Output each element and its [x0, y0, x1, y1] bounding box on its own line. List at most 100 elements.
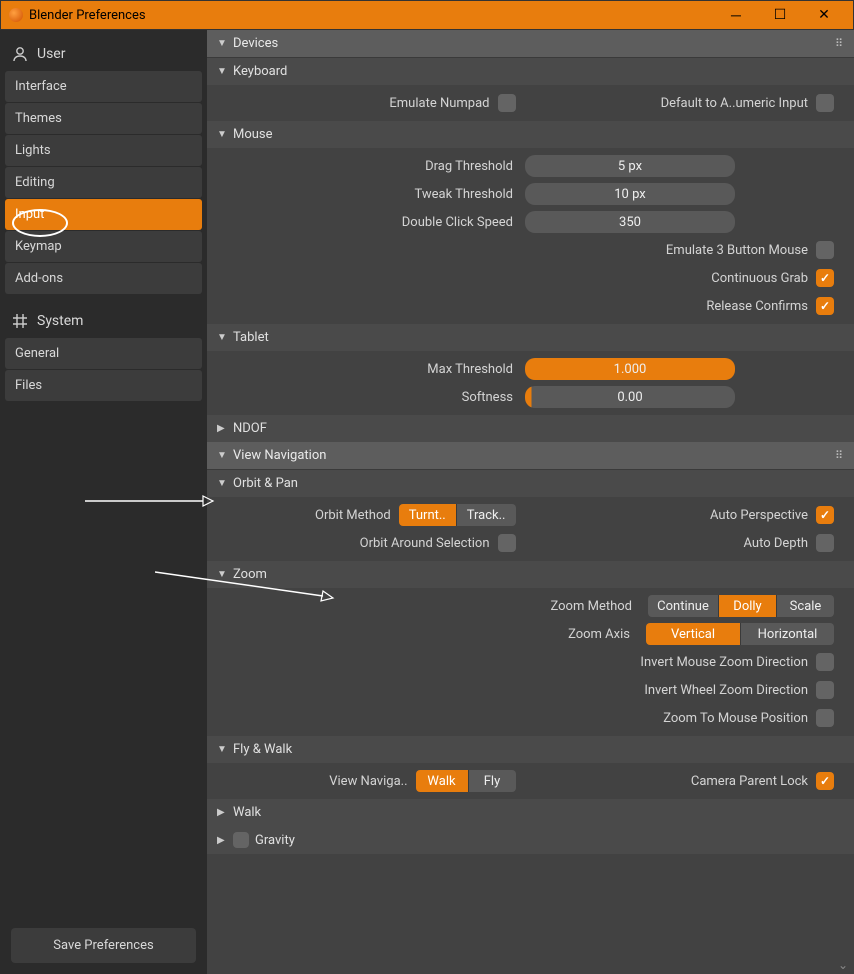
walk-label: Walk	[233, 805, 261, 820]
auto-depth-checkbox[interactable]	[816, 534, 834, 552]
max-threshold-field[interactable]: 1.000	[525, 358, 735, 380]
content-area: ▼ Devices ⠿ ▼ Keyboard Emulate Numpad De…	[207, 30, 854, 974]
devices-label: Devices	[233, 36, 278, 51]
disclosure-down-icon: ▼	[217, 38, 227, 49]
orbit-pan-sub-header[interactable]: ▼ Orbit & Pan	[207, 470, 854, 497]
keyboard-sub-header[interactable]: ▼ Keyboard	[207, 58, 854, 85]
ndof-sub-header[interactable]: ▶ NDOF	[207, 415, 854, 442]
save-preferences-button[interactable]: Save Preferences	[11, 928, 196, 963]
fly-walk-sub-header[interactable]: ▼ Fly & Walk	[207, 736, 854, 763]
zoom-method-dolly-button[interactable]: Dolly	[718, 595, 776, 617]
double-click-field[interactable]: 350	[525, 211, 735, 233]
zoom-axis-vertical-button[interactable]: Vertical	[646, 623, 740, 645]
camera-parent-lock-checkbox[interactable]	[816, 772, 834, 790]
view-nav-walk-button[interactable]: Walk	[416, 770, 468, 792]
sidebar: User InterfaceThemesLightsEditingInputKe…	[0, 30, 207, 974]
orbit-method-trackball-button[interactable]: Track..	[456, 504, 516, 526]
zoom-sub-header[interactable]: ▼ Zoom	[207, 561, 854, 588]
keyboard-label: Keyboard	[233, 64, 287, 79]
emulate-numpad-label: Emulate Numpad	[389, 96, 489, 111]
sidebar-item-interface[interactable]: Interface	[5, 71, 202, 102]
minimize-button[interactable]: ─	[723, 5, 749, 25]
orbit-around-selection-checkbox[interactable]	[498, 534, 516, 552]
view-nav-label: View Navigation	[233, 448, 326, 463]
disclosure-down-icon: ▼	[217, 332, 227, 343]
system-section-header: System	[5, 302, 202, 338]
system-icon	[11, 312, 29, 330]
zoom-to-mouse-checkbox[interactable]	[816, 709, 834, 727]
disclosure-down-icon: ▼	[217, 478, 227, 489]
auto-perspective-label: Auto Perspective	[710, 508, 808, 523]
orbit-method-label: Orbit Method	[315, 508, 391, 523]
sidebar-item-editing[interactable]: Editing	[5, 167, 202, 198]
camera-parent-lock-label: Camera Parent Lock	[691, 774, 808, 789]
sidebar-item-lights[interactable]: Lights	[5, 135, 202, 166]
user-section-label: User	[37, 46, 65, 62]
window-controls: ─ ☐ ✕	[723, 5, 837, 25]
release-confirms-checkbox[interactable]	[816, 297, 834, 315]
user-icon	[11, 45, 29, 63]
drag-threshold-label: Drag Threshold	[217, 159, 517, 174]
fly-walk-label: Fly & Walk	[233, 742, 292, 757]
walk-sub-header[interactable]: ▶ Walk	[207, 799, 854, 826]
disclosure-down-icon: ▼	[217, 569, 227, 580]
max-threshold-label: Max Threshold	[217, 362, 517, 377]
sidebar-item-add-ons[interactable]: Add-ons	[5, 263, 202, 294]
disclosure-down-icon: ▼	[217, 66, 227, 77]
system-section-label: System	[37, 313, 83, 329]
tablet-sub-header[interactable]: ▼ Tablet	[207, 324, 854, 351]
tablet-label: Tablet	[233, 330, 269, 345]
orbit-method-turntable-button[interactable]: Turnt..	[399, 504, 456, 526]
maximize-button[interactable]: ☐	[767, 5, 793, 25]
drag-handle-icon[interactable]: ⠿	[835, 449, 844, 462]
invert-wheel-zoom-label: Invert Wheel Zoom Direction	[644, 683, 808, 698]
emulate-3button-checkbox[interactable]	[816, 241, 834, 259]
drag-threshold-field[interactable]: 5 px	[525, 155, 735, 177]
release-confirms-label: Release Confirms	[706, 299, 808, 314]
disclosure-down-icon: ▼	[217, 744, 227, 755]
auto-depth-label: Auto Depth	[744, 536, 808, 551]
orbit-method-group: Turnt.. Track..	[399, 504, 516, 526]
invert-mouse-zoom-label: Invert Mouse Zoom Direction	[640, 655, 808, 670]
zoom-method-scale-button[interactable]: Scale	[776, 595, 834, 617]
disclosure-right-icon: ▶	[217, 423, 227, 434]
emulate-3button-label: Emulate 3 Button Mouse	[666, 243, 808, 258]
mouse-label: Mouse	[233, 127, 273, 142]
gravity-enable-checkbox[interactable]	[233, 832, 249, 848]
gravity-label: Gravity	[255, 833, 295, 848]
sidebar-item-themes[interactable]: Themes	[5, 103, 202, 134]
zoom-method-continue-button[interactable]: Continue	[648, 595, 718, 617]
continuous-grab-label: Continuous Grab	[711, 271, 808, 286]
view-navigation-mode-group: Walk Fly	[416, 770, 516, 792]
devices-panel-header[interactable]: ▼ Devices ⠿	[207, 30, 854, 58]
drag-handle-icon[interactable]: ⠿	[835, 37, 844, 50]
sidebar-item-keymap[interactable]: Keymap	[5, 231, 202, 262]
ndof-label: NDOF	[233, 421, 267, 436]
view-nav-fly-button[interactable]: Fly	[468, 770, 516, 792]
mouse-sub-header[interactable]: ▼ Mouse	[207, 121, 854, 148]
double-click-label: Double Click Speed	[217, 215, 517, 230]
emulate-numpad-checkbox[interactable]	[498, 94, 516, 112]
view-nav-panel-header[interactable]: ▼ View Navigation ⠿	[207, 442, 854, 470]
view-navigation-mode-label: View Naviga..	[329, 774, 407, 789]
sidebar-item-files[interactable]: Files	[5, 370, 202, 401]
invert-wheel-zoom-checkbox[interactable]	[816, 681, 834, 699]
softness-field[interactable]: 0.00	[525, 386, 735, 408]
disclosure-right-icon: ▶	[217, 835, 227, 846]
auto-perspective-checkbox[interactable]	[816, 506, 834, 524]
gravity-sub-header[interactable]: ▶ Gravity	[207, 826, 854, 854]
blender-icon	[9, 8, 23, 22]
invert-mouse-zoom-checkbox[interactable]	[816, 653, 834, 671]
default-numeric-checkbox[interactable]	[816, 94, 834, 112]
zoom-axis-horizontal-button[interactable]: Horizontal	[740, 623, 834, 645]
orbit-pan-label: Orbit & Pan	[233, 476, 298, 491]
zoom-label: Zoom	[233, 567, 267, 582]
sidebar-item-input[interactable]: Input	[5, 199, 202, 230]
zoom-method-label: Zoom Method	[550, 599, 632, 614]
sidebar-item-general[interactable]: General	[5, 338, 202, 369]
continuous-grab-checkbox[interactable]	[816, 269, 834, 287]
close-button[interactable]: ✕	[811, 5, 837, 25]
disclosure-right-icon: ▶	[217, 807, 227, 818]
tweak-threshold-field[interactable]: 10 px	[525, 183, 735, 205]
scroll-down-icon[interactable]: ⌄	[838, 958, 848, 972]
